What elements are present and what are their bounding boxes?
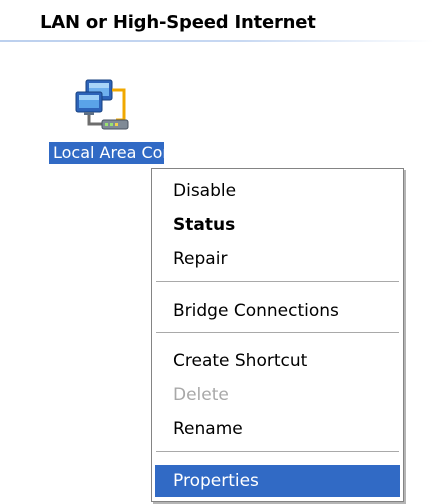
menu-item-disable[interactable]: Disable (155, 175, 400, 207)
menu-item-rename[interactable]: Rename (155, 413, 400, 445)
network-connection-icon (75, 79, 129, 130)
connection-label: Local Area Connection (49, 142, 164, 164)
connection-label-wrap: Local Area Connection (49, 142, 164, 164)
context-menu: Disable Status Repair Bridge Connections… (151, 168, 404, 502)
menu-item-create-shortcut[interactable]: Create Shortcut (155, 345, 400, 377)
group-header: LAN or High-Speed Internet (0, 4, 434, 44)
menu-separator (156, 451, 399, 452)
menu-item-status[interactable]: Status (155, 209, 400, 241)
menu-item-repair[interactable]: Repair (155, 243, 400, 275)
menu-item-delete: Delete (173, 385, 229, 405)
menu-separator (156, 281, 399, 282)
group-title: LAN or High-Speed Internet (40, 12, 316, 33)
menu-separator (156, 332, 399, 333)
menu-item-bridge-connections[interactable]: Bridge Connections (155, 295, 400, 327)
menu-item-properties[interactable]: Properties (155, 465, 400, 497)
group-divider (0, 40, 434, 42)
